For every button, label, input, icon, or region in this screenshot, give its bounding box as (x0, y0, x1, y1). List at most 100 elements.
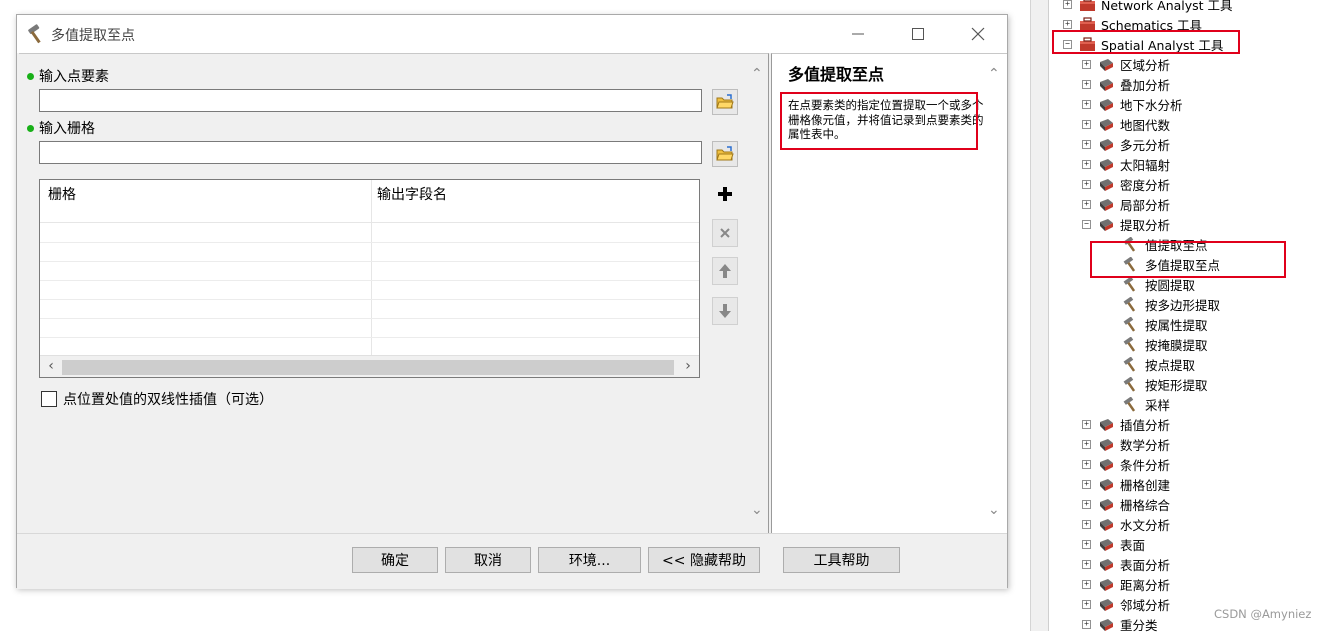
toolset-icon (1100, 58, 1113, 71)
tree-item[interactable]: 按矩形提取 (1107, 374, 1208, 394)
horizontal-scrollbar[interactable]: ‹ › (40, 355, 699, 377)
expand-icon[interactable]: + (1082, 179, 1091, 189)
tree-item[interactable]: 按点提取 (1107, 354, 1195, 374)
expand-icon[interactable]: + (1082, 599, 1091, 609)
scroll-right-icon[interactable]: › (678, 358, 698, 374)
tree-item[interactable]: + 数学分析 (1082, 434, 1170, 454)
remove-row-button[interactable] (712, 219, 738, 247)
ok-button[interactable]: 确定 (352, 547, 438, 573)
expand-icon[interactable]: + (1082, 459, 1091, 469)
scroll-down-icon[interactable]: ⌄ (988, 502, 1000, 518)
tree-item[interactable]: + 区域分析 (1082, 54, 1170, 74)
minimize-button[interactable] (835, 19, 881, 49)
expand-icon[interactable]: + (1082, 59, 1091, 69)
maximize-icon (912, 28, 924, 40)
expand-icon[interactable]: + (1063, 19, 1072, 29)
tree-item[interactable]: 按属性提取 (1107, 314, 1208, 334)
input-points-field[interactable] (39, 89, 702, 112)
expand-icon[interactable]: + (1082, 479, 1091, 489)
expand-icon[interactable]: + (1082, 139, 1091, 149)
browse-rasters-button[interactable] (712, 141, 738, 167)
expand-icon[interactable]: + (1082, 199, 1091, 209)
tree-item-label: 区域分析 (1120, 57, 1171, 73)
tree-item-label: Network Analyst 工具 (1101, 0, 1233, 13)
grid-header: 栅格 输出字段名 (40, 180, 699, 223)
expand-icon[interactable]: + (1082, 579, 1091, 589)
tree-item[interactable]: + 条件分析 (1082, 454, 1170, 474)
tree-item[interactable]: + 距离分析 (1082, 574, 1170, 594)
hammer-icon (1123, 316, 1136, 332)
scroll-up-icon[interactable]: ⌃ (988, 66, 1000, 82)
tree-item[interactable]: + 地图代数 (1082, 114, 1170, 134)
tree-item[interactable]: − 提取分析 (1082, 214, 1170, 234)
plus-icon (718, 187, 732, 201)
pane-splitter[interactable] (1030, 0, 1048, 631)
tool-help-button[interactable]: 工具帮助 (783, 547, 900, 573)
scroll-down-icon[interactable]: ⌄ (751, 502, 763, 518)
tree-item-label: 栅格综合 (1120, 497, 1171, 513)
hammer-icon (1123, 296, 1136, 312)
table-row (40, 242, 699, 243)
expand-icon[interactable]: + (1082, 439, 1091, 449)
tree-item[interactable]: + 重分类 (1082, 614, 1158, 634)
toolset-icon (1100, 618, 1113, 631)
tree-item[interactable]: + 栅格创建 (1082, 474, 1170, 494)
bilinear-checkbox[interactable] (41, 391, 57, 407)
scroll-up-icon[interactable]: ⌃ (751, 66, 763, 82)
scrollbar-thumb[interactable] (62, 360, 674, 375)
expand-icon[interactable]: + (1082, 539, 1091, 549)
hide-help-button[interactable]: << 隐藏帮助 (648, 547, 760, 573)
add-row-button[interactable] (712, 180, 738, 208)
window-title: 多值提取至点 (51, 28, 135, 44)
input-points-label-row: 输入点要素 (27, 66, 109, 86)
scroll-left-icon[interactable]: ‹ (41, 358, 61, 374)
environments-button[interactable]: 环境... (538, 547, 641, 573)
expand-icon[interactable]: + (1082, 159, 1091, 169)
maximize-button[interactable] (895, 19, 941, 49)
dialog-footer: 确定 取消 环境... << 隐藏帮助 工具帮助 (17, 533, 1007, 589)
tree-item[interactable]: + 表面分析 (1082, 554, 1170, 574)
help-title: 多值提取至点 (788, 65, 885, 84)
tree-item[interactable]: + 栅格综合 (1082, 494, 1170, 514)
tree-item[interactable]: + 地下水分析 (1082, 94, 1183, 114)
tree-item[interactable]: 按多边形提取 (1107, 294, 1220, 314)
expand-icon[interactable]: + (1082, 519, 1091, 529)
open-folder-icon (716, 146, 734, 161)
tree-item[interactable]: 按掩膜提取 (1107, 334, 1208, 354)
tool-dialog: 多值提取至点 输入点要素 输入栅格 栅格 输出字段名 ‹ › 点位置处值的双线性… (16, 14, 1008, 589)
move-up-button[interactable] (712, 257, 738, 285)
cancel-button[interactable]: 取消 (445, 547, 531, 573)
tree-item[interactable]: + Network Analyst 工具 (1063, 0, 1233, 14)
expand-icon[interactable]: + (1082, 79, 1091, 89)
tree-item[interactable]: + 多元分析 (1082, 134, 1170, 154)
expand-icon[interactable]: + (1082, 619, 1091, 629)
tree-item-label: 按多边形提取 (1145, 297, 1221, 313)
close-button[interactable] (955, 19, 1001, 49)
spatial-analyst-highlight (1052, 30, 1240, 54)
tree-item-label: 距离分析 (1120, 577, 1171, 593)
tree-item[interactable]: + 局部分析 (1082, 194, 1170, 214)
input-rasters-field[interactable] (39, 141, 702, 164)
expand-icon[interactable]: + (1082, 499, 1091, 509)
toolset-icon (1100, 518, 1113, 531)
expand-icon[interactable]: + (1063, 0, 1072, 9)
tree-item[interactable]: + 插值分析 (1082, 414, 1170, 434)
expand-icon[interactable]: + (1082, 119, 1091, 129)
expand-icon[interactable]: + (1082, 419, 1091, 429)
raster-grid[interactable]: 栅格 输出字段名 ‹ › (39, 179, 700, 378)
move-down-button[interactable] (712, 297, 738, 325)
tree-item[interactable]: + 邻域分析 (1082, 594, 1170, 614)
tree-item[interactable]: + 太阳辐射 (1082, 154, 1170, 174)
collapse-icon[interactable]: − (1082, 219, 1091, 229)
toolset-icon (1100, 418, 1113, 431)
tree-item[interactable]: + 密度分析 (1082, 174, 1170, 194)
tree-item[interactable]: + 叠加分析 (1082, 74, 1170, 94)
tree-item[interactable]: 采样 (1107, 394, 1170, 414)
tree-item[interactable]: + 表面 (1082, 534, 1145, 554)
browse-points-button[interactable] (712, 89, 738, 115)
tree-item-label: 邻域分析 (1120, 597, 1171, 613)
bilinear-option[interactable]: 点位置处值的双线性插值（可选） (41, 389, 273, 409)
expand-icon[interactable]: + (1082, 99, 1091, 109)
tree-item[interactable]: + 水文分析 (1082, 514, 1170, 534)
expand-icon[interactable]: + (1082, 559, 1091, 569)
